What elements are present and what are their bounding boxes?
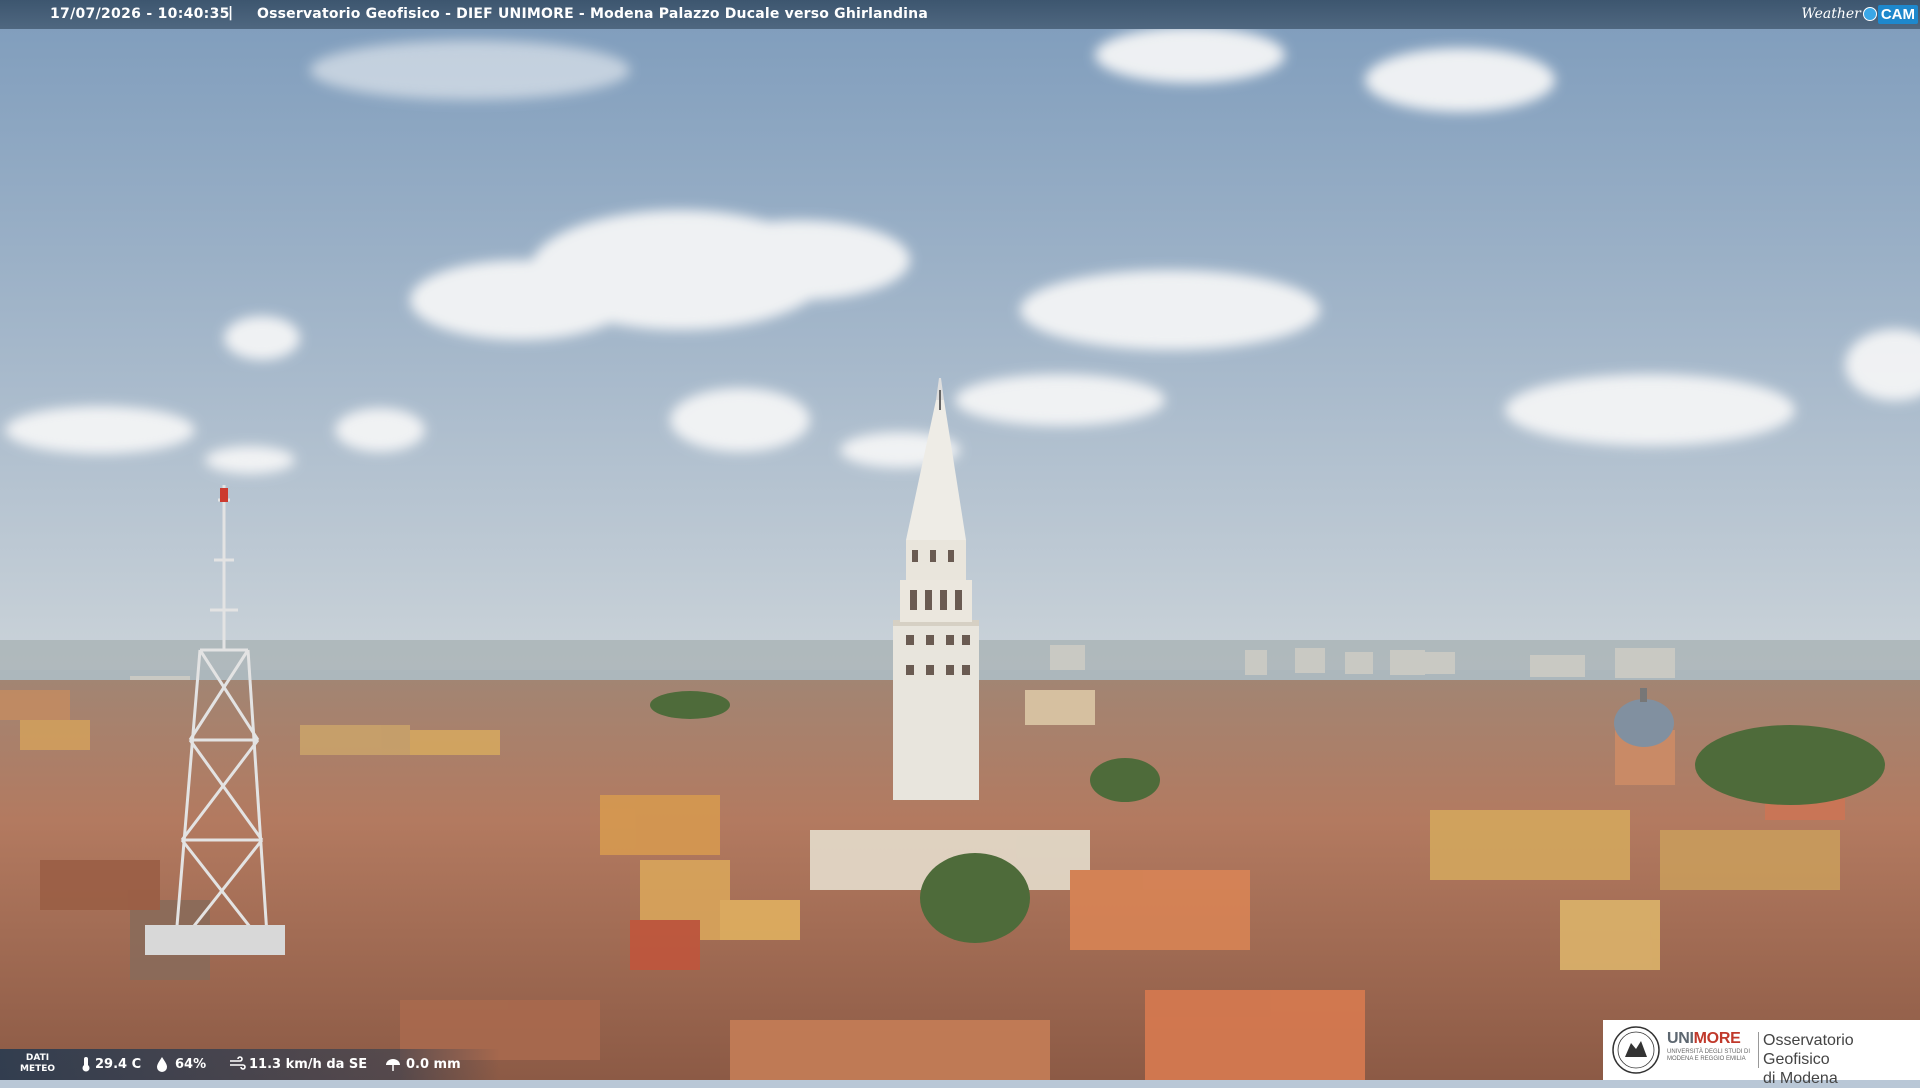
camera-caption: Osservatorio Geofisico - DIEF UNIMORE - … bbox=[257, 6, 928, 22]
timestamp: 17/07/2026 - 10:40:35 bbox=[50, 6, 230, 22]
weathercam-weather: Weather bbox=[1801, 6, 1861, 22]
humidity-value: 64% bbox=[175, 1057, 207, 1072]
temperature-value: 29.4 C bbox=[95, 1057, 142, 1072]
observatory-line1: Osservatorio Geofisico bbox=[1763, 1032, 1854, 1068]
weather-data-bar: DATI METEO 29.4 C 64% 11.3 km/h da SE 0.… bbox=[0, 1049, 500, 1080]
observatory-name: Osservatorio Geofisico di Modena bbox=[1763, 1031, 1920, 1088]
rain-icon bbox=[386, 1059, 400, 1071]
wind-icon bbox=[230, 1056, 246, 1070]
unimore-uni: UNI bbox=[1667, 1030, 1694, 1047]
weathercam-cam: CAM bbox=[1877, 4, 1918, 24]
unimore-subtitle-line1: UNIVERSITÀ DEGLI STUDI DI bbox=[1667, 1049, 1751, 1055]
humidity-icon bbox=[157, 1057, 167, 1072]
thermometer-icon bbox=[82, 1057, 90, 1072]
weathercam-logo: Weather CAM bbox=[1801, 3, 1918, 25]
weather-label: DATI METEO bbox=[20, 1053, 55, 1075]
rain-value: 0.0 mm bbox=[406, 1057, 461, 1072]
logo-divider bbox=[1758, 1032, 1759, 1068]
unimore-subtitle: UNIVERSITÀ DEGLI STUDI DI MODENA E REGGI… bbox=[1667, 1049, 1750, 1063]
unimore-subtitle-line2: MODENA E REGGIO EMILIA bbox=[1667, 1056, 1746, 1062]
unimore-wordmark: UNIMORE bbox=[1667, 1030, 1741, 1048]
overlay-top-bar: 17/07/2026 - 10:40:35 | Osservatorio Geo… bbox=[0, 0, 1920, 29]
weather-label-line2: METEO bbox=[20, 1064, 56, 1074]
wind-value: 11.3 km/h da SE bbox=[249, 1057, 368, 1072]
webcam-city-view bbox=[0, 0, 1920, 1080]
unimore-seal-icon bbox=[1612, 1026, 1660, 1074]
weather-label-line1: DATI bbox=[25, 1053, 50, 1063]
observatory-line2: di Modena bbox=[1763, 1070, 1838, 1087]
unimore-more: MORE bbox=[1693, 1030, 1741, 1047]
weathercam-dot-icon bbox=[1862, 7, 1877, 21]
caption-separator: | bbox=[228, 5, 234, 21]
unimore-logo-box: UNIMORE UNIVERSITÀ DEGLI STUDI DI MODENA… bbox=[1603, 1020, 1920, 1087]
